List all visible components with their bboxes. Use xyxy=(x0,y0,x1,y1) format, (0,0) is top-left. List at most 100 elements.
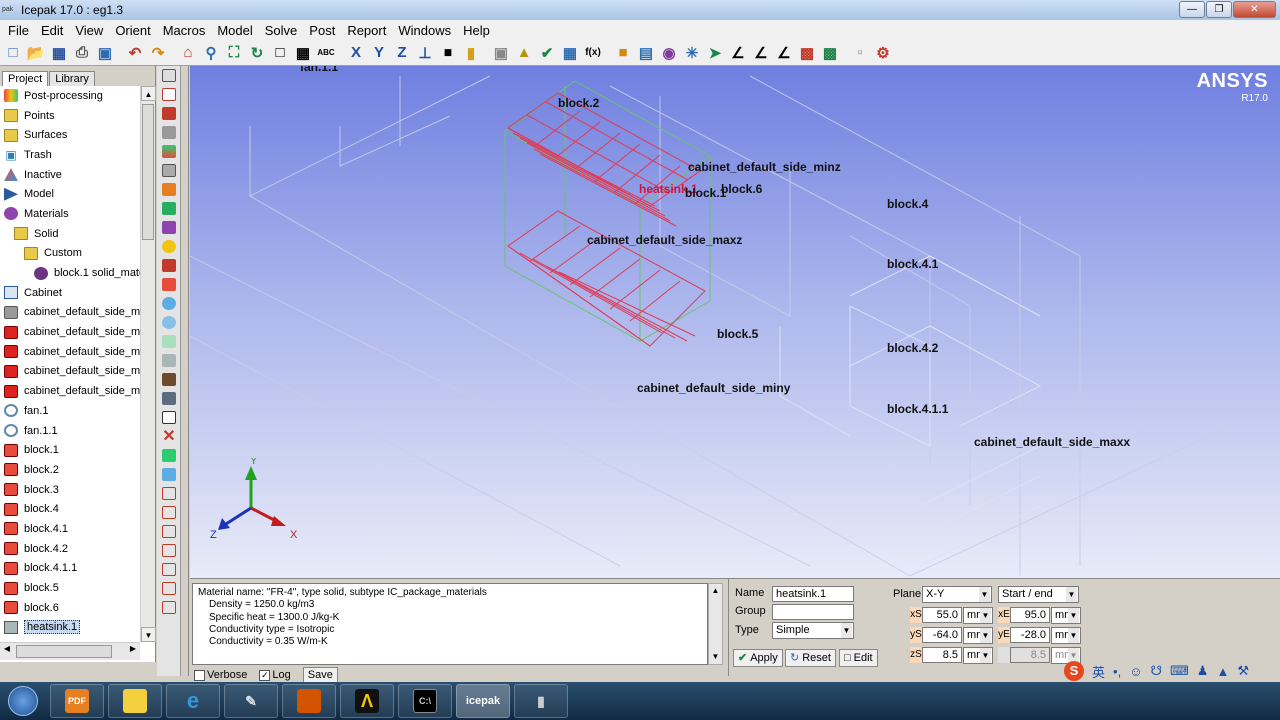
plot-icon[interactable]: ▩ xyxy=(796,42,818,64)
heat-exchanger-tool-icon[interactable] xyxy=(159,123,179,142)
tree-item[interactable]: Points xyxy=(0,106,140,126)
cut-icon[interactable]: ▣ xyxy=(94,42,116,64)
tool-icon[interactable]: ⚙ xyxy=(872,42,894,64)
material-tool-icon[interactable] xyxy=(159,389,179,408)
tab-library[interactable]: Library xyxy=(49,71,95,86)
tree-item[interactable]: cabinet_default_side_ma xyxy=(0,381,140,401)
tree-item[interactable]: block.4.1 xyxy=(0,519,140,539)
tree-item[interactable]: block.1 solid_materia xyxy=(0,263,140,283)
wall-tool-icon[interactable] xyxy=(159,256,179,275)
message-log[interactable]: Material name: "FR-4", type solid, subty… xyxy=(192,583,708,665)
merge-tool-icon[interactable] xyxy=(159,598,179,617)
delete-tool-icon[interactable]: ✕ xyxy=(159,427,179,446)
maximize-button[interactable]: ❐ xyxy=(1206,1,1232,18)
report-icon[interactable]: ▤ xyxy=(635,42,657,64)
paint-button[interactable]: ✎ xyxy=(224,684,278,718)
verbose-checkbox[interactable] xyxy=(194,669,205,681)
align-face-tool-icon[interactable] xyxy=(159,503,179,522)
mesh-icon[interactable]: ▣ xyxy=(490,42,512,64)
menu-report[interactable]: Report xyxy=(341,23,392,38)
keyboard-icon[interactable]: ⌨ xyxy=(1170,663,1189,679)
print-icon[interactable]: ⎙ xyxy=(71,42,93,64)
tree-item[interactable]: Post-processing xyxy=(0,86,140,106)
tab-project[interactable]: Project xyxy=(2,71,49,86)
snap-tool-icon[interactable] xyxy=(159,579,179,598)
abc-label-icon[interactable]: ABC xyxy=(315,42,337,64)
function-icon[interactable]: f(x) xyxy=(582,42,604,64)
menu-model[interactable]: Model xyxy=(211,23,258,38)
fan-tool-icon[interactable] xyxy=(159,294,179,313)
group-field[interactable] xyxy=(772,604,854,620)
fit-icon[interactable]: ⛶ xyxy=(223,42,245,64)
geometry-mode-select[interactable]: Start / end xyxy=(998,586,1079,603)
summary-icon[interactable]: ▩ xyxy=(819,42,841,64)
ye-field[interactable]: -28.0 xyxy=(1010,627,1050,643)
y-axis-icon[interactable]: Y xyxy=(368,42,390,64)
plate-tool-icon[interactable] xyxy=(159,237,179,256)
grid-icon[interactable]: ▦ xyxy=(292,42,314,64)
xs-field[interactable]: 55.0 xyxy=(922,607,962,623)
move-tool-icon[interactable] xyxy=(159,465,179,484)
microphone-icon[interactable]: ☋ xyxy=(1150,663,1162,679)
align-tool-icon[interactable] xyxy=(159,484,179,503)
log-checkbox[interactable]: ✓ xyxy=(259,669,271,681)
enclosure-tool-icon[interactable] xyxy=(159,218,179,237)
tree-item[interactable]: fan.1 xyxy=(0,401,140,421)
package-tool-icon[interactable] xyxy=(159,370,179,389)
match-face-tool-icon[interactable] xyxy=(159,541,179,560)
menu-edit[interactable]: Edit xyxy=(35,23,69,38)
chart-x-icon[interactable]: ∠ xyxy=(727,42,749,64)
save-log-button[interactable]: Save xyxy=(302,667,338,683)
tree-vertical-scrollbar[interactable]: ▲ ▼ xyxy=(140,86,156,642)
ys-field[interactable]: -64.0 xyxy=(922,627,962,643)
axes-icon[interactable]: ⊥ xyxy=(414,42,436,64)
tree-item[interactable]: Surfaces xyxy=(0,125,140,145)
cmd-button[interactable]: C:\ xyxy=(398,684,452,718)
tree-item[interactable]: block.4.1.1 xyxy=(0,559,140,579)
reset-button[interactable]: ↻ Reset xyxy=(785,649,836,667)
ys-unit-select[interactable]: mm xyxy=(963,627,993,644)
internet-explorer-button[interactable]: e xyxy=(166,684,220,718)
source-tool-icon[interactable] xyxy=(159,180,179,199)
graphics-viewport[interactable]: ANSYS R17.0 fan.1.1 block.2 cabinet_defa… xyxy=(190,66,1280,578)
autocad-button[interactable]: Λ xyxy=(340,684,394,718)
zs-field[interactable]: 8.5 xyxy=(922,647,962,663)
check-icon[interactable]: ▲ xyxy=(513,42,535,64)
type-select[interactable]: Simple xyxy=(772,622,854,639)
sogou-icon[interactable]: S xyxy=(1064,661,1084,681)
edit-button[interactable]: □ Edit xyxy=(839,649,878,667)
menu-solve[interactable]: Solve xyxy=(259,23,304,38)
tree-item[interactable]: ▣ Trash xyxy=(0,145,140,165)
icepak-taskbar-button[interactable]: icepak xyxy=(456,684,510,718)
tree-item[interactable]: block.5 xyxy=(0,578,140,598)
redo-icon[interactable]: ↷ xyxy=(147,42,169,64)
zs-unit-select[interactable]: mm xyxy=(963,647,993,664)
name-field[interactable]: heatsink.1 xyxy=(772,586,854,602)
resistance-tool-icon[interactable] xyxy=(159,332,179,351)
undo-icon[interactable]: ↶ xyxy=(124,42,146,64)
tree-item[interactable]: block.4 xyxy=(0,499,140,519)
tree-item[interactable]: Inactive xyxy=(0,165,140,185)
network-tool-icon[interactable] xyxy=(159,104,179,123)
minimize-button[interactable]: — xyxy=(1179,1,1205,18)
split-icon[interactable]: ⏹ xyxy=(437,42,459,64)
tree-item[interactable]: Custom xyxy=(0,244,140,264)
apply-button[interactable]: ✔ Apply xyxy=(733,649,783,667)
ye-unit-select[interactable]: mm xyxy=(1051,627,1081,644)
printed-circuit-board-tool-icon[interactable] xyxy=(159,199,179,218)
opening-tool-icon[interactable] xyxy=(159,142,179,161)
menu-view[interactable]: View xyxy=(69,23,109,38)
tree-item[interactable]: Cabinet xyxy=(0,283,140,303)
pdf-app-button[interactable]: PDF xyxy=(50,684,104,718)
xe-field[interactable]: 95.0 xyxy=(1010,607,1050,623)
chart-t-icon[interactable]: ∠ xyxy=(750,42,772,64)
tree-item[interactable]: Model xyxy=(0,184,140,204)
punctuation-icon[interactable]: •, xyxy=(1113,664,1121,679)
menu-orient[interactable]: Orient xyxy=(109,23,156,38)
cube-icon[interactable]: ■ xyxy=(612,42,634,64)
tree-item[interactable]: block.3 xyxy=(0,480,140,500)
assembly-tool-icon[interactable] xyxy=(159,85,179,104)
chart-4d-icon[interactable]: ∠ xyxy=(773,42,795,64)
scroll-left-icon[interactable]: ◀ xyxy=(0,644,14,653)
new-icon[interactable]: □ xyxy=(2,42,24,64)
